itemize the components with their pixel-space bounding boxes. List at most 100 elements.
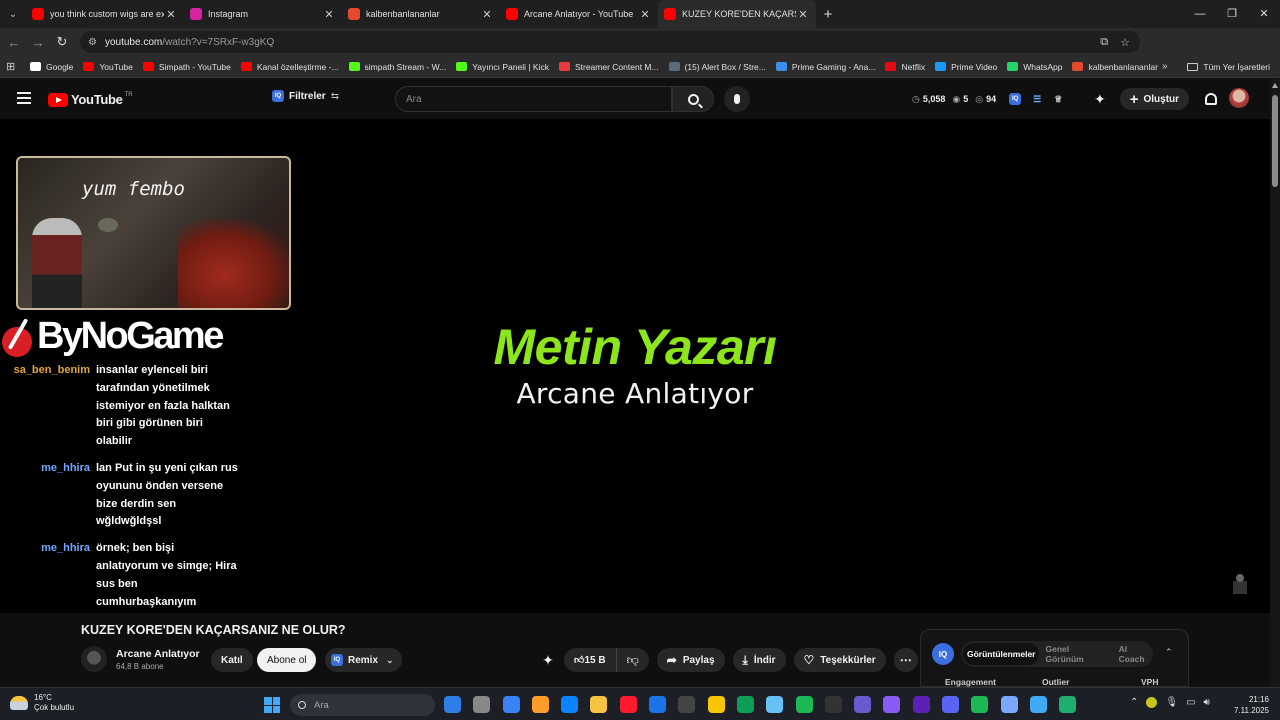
chevron-up-icon[interactable]: ⌃ [1165,647,1173,658]
tray-overflow-icon[interactable]: ⌃ [1130,697,1138,708]
taskbar-app-icon[interactable] [561,696,579,713]
bookmark-item[interactable]: Kanal özelleştirme -... [240,62,339,72]
taskbar-app-icon[interactable] [502,696,520,713]
speaker-icon[interactable]: 🔊︎ [1204,697,1210,708]
tab-views[interactable]: Görüntülenmeler [963,643,1040,665]
youtube-logo[interactable]: YouTube TR [48,92,133,107]
taskbar-app-icon[interactable] [795,696,813,713]
taskbar-app-icon[interactable] [766,696,784,713]
install-app-icon[interactable]: ⧉ [1100,36,1108,49]
gamepad-icon[interactable]: ✦ [536,652,560,669]
tab-ai-coach[interactable]: AI Coach [1115,644,1153,664]
tab-close-icon[interactable]: ✕ [164,8,178,21]
subscribe-button[interactable]: Abone ol [257,648,317,672]
bookmark-item[interactable]: Netflix [885,62,925,72]
taskbar-app-icon[interactable] [649,696,667,713]
filters-button[interactable]: IQ Filtreler ⇆ [272,90,339,102]
tab-close-icon[interactable]: ✕ [480,8,494,21]
trophy-icon[interactable]: ♕ [1054,94,1062,105]
reload-button[interactable]: ↻ [50,34,74,50]
bookmark-item[interactable]: simpath Stream - W... [348,62,446,72]
bookmark-item[interactable]: (15) Alert Box / Stre... [668,62,766,72]
channel-name[interactable]: Arcane Anlatıyor [116,648,200,660]
taskbar-app-icon[interactable] [1059,696,1077,713]
url-field[interactable]: ⚙ youtube.com/watch?v=7SRxF-w3gKQ ⧉ ☆ [80,31,1140,53]
thanks-button[interactable]: ♡ Teşekkürler [793,648,886,672]
video-player[interactable]: yum fembo ByNoGame sa_ben_benim insanlar … [0,119,1270,613]
remix-button[interactable]: IQ Remix ⌄ [325,648,402,672]
new-tab-button[interactable]: + [816,6,840,23]
download-button[interactable]: ⤓ İndir [732,648,786,672]
forward-button[interactable]: → [26,35,50,50]
taskbar-search[interactable]: Ara [290,694,435,716]
taskbar-app-icon[interactable] [736,696,754,713]
windows-start-icon[interactable] [264,697,280,713]
back-button[interactable]: ← [2,35,26,50]
join-button[interactable]: Katıl [211,648,253,672]
taskbar-app-icon[interactable] [971,696,989,713]
tab-close-icon[interactable]: ✕ [322,8,336,21]
taskbar-app-icon[interactable] [824,696,842,713]
channel-avatar[interactable] [81,646,107,672]
hamburger-menu-icon[interactable] [17,92,31,104]
microphone-icon[interactable]: 🎙︎ [1165,697,1178,708]
bookmark-star-icon[interactable]: ☆ [1120,36,1130,49]
list-icon[interactable]: ☰ [1033,94,1041,105]
taskbar-app-icon[interactable] [619,696,637,713]
taskbar-app-icon[interactable] [473,696,491,713]
apps-grid-icon[interactable]: ⊞ [6,60,20,73]
voice-search-button[interactable] [724,86,750,112]
bookmark-item[interactable]: Prime Gaming - Ana... [775,62,875,72]
bookmark-item[interactable]: WhatsApp [1007,62,1062,72]
page-scrollbar[interactable] [1270,79,1280,687]
taskbar-app-icon[interactable] [531,696,549,713]
notifications-bell-icon[interactable] [1205,93,1218,105]
all-bookmarks[interactable]: Tüm Yer İşaretleri [1187,62,1270,72]
taskbar-app-icon[interactable] [678,696,696,713]
scroll-thumb[interactable] [1272,95,1278,187]
taskbar-app-icon[interactable] [444,696,461,713]
bookmark-item[interactable]: Prime Video [935,62,997,72]
tab-overview[interactable]: Genel Görünüm [1041,644,1102,664]
weather-widget[interactable]: 16°C Çok bulutlu [10,693,74,713]
bookmark-item[interactable]: Simpath - YouTube [142,62,231,72]
bookmark-item[interactable]: Yayıncı Paneli | Kick [456,62,549,72]
maximize-button[interactable]: ❐ [1216,0,1248,28]
bookmark-item[interactable]: kalbenbanlananlar [1072,62,1158,72]
bookmark-item[interactable]: Google [30,62,73,72]
taskbar-app-icon[interactable] [883,696,901,713]
bookmark-item[interactable]: Streamer Content M... [558,62,659,72]
gamepad-icon[interactable]: ✦ [1094,91,1106,108]
browser-tab[interactable]: KUZEY KORE'DEN KAÇARSANIZ✕ [658,0,816,28]
clock[interactable]: 21:16 7.11.2025 [1234,694,1269,716]
browser-tab[interactable]: kalbenbanlananlar ✕ [342,0,500,28]
taskbar-app-icon[interactable] [1029,696,1047,713]
account-avatar[interactable] [1229,88,1249,108]
search-input[interactable] [396,87,671,111]
taskbar-app-icon[interactable] [1000,696,1018,713]
scroll-up-arrow[interactable] [1272,83,1278,88]
site-info-icon[interactable]: ⚙ [88,37,97,48]
tab-search-dropdown[interactable]: ⌄ [0,0,26,28]
more-actions-button[interactable]: ⋯ [893,648,918,672]
bookmark-item[interactable]: YouTube [83,62,133,72]
dislike-button[interactable]: 👎︎ [617,648,649,672]
close-window-button[interactable]: ✕ [1248,0,1280,28]
tray-app-icon[interactable] [1146,697,1158,708]
vidiq-badge-icon[interactable]: IQ [1009,93,1022,105]
taskbar-app-icon[interactable] [854,696,872,713]
taskbar-app-icon[interactable] [707,696,725,713]
taskbar-app-icon[interactable] [912,696,930,713]
browser-tab[interactable]: Arcane Anlatıyor - YouTube ✕ [500,0,658,28]
minimize-button[interactable]: — [1184,0,1216,28]
taskbar-app-icon[interactable] [590,696,608,713]
display-icon[interactable]: ▭ [1186,697,1195,708]
search-button[interactable] [672,86,714,112]
tab-close-icon[interactable]: ✕ [796,8,810,21]
create-button[interactable]: + Oluştur [1119,88,1190,110]
share-button[interactable]: ➦ Paylaş [656,648,725,672]
tab-close-icon[interactable]: ✕ [638,8,652,21]
like-button[interactable]: 👍︎ 15 B [564,648,617,672]
taskbar-app-icon[interactable] [942,696,960,713]
browser-tab[interactable]: you think custom wigs are expe ✕ [26,0,184,28]
